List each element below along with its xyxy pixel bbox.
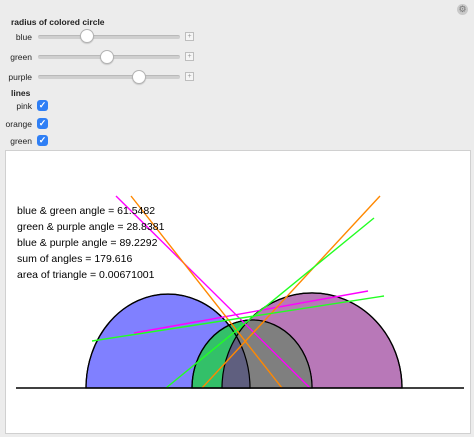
checkbox-label-pink: pink xyxy=(16,101,32,111)
green-slider-thumb[interactable] xyxy=(100,50,114,64)
green-slider-expand-button[interactable]: + xyxy=(185,52,194,61)
blue-purple-angle-readout: blue & purple angle = 89.2292 xyxy=(17,237,158,249)
plot-area: blue & green angle = 61.5482 green & pur… xyxy=(5,150,471,434)
slider-label-blue: blue xyxy=(15,32,32,42)
slider-label-green: green xyxy=(10,52,32,62)
checkbox-label-green: green xyxy=(10,136,32,146)
radius-section-title: radius of colored circle xyxy=(11,17,105,27)
blue-slider-expand-button[interactable]: + xyxy=(185,32,194,41)
checkbox-label-orange: orange xyxy=(5,119,32,129)
control-panel: ⚙ radius of colored circle blue + green … xyxy=(0,0,474,150)
sum-of-angles-readout: sum of angles = 179.616 xyxy=(17,253,133,265)
green-line-checkbox[interactable]: ✓ xyxy=(37,135,48,146)
purple-radius-slider[interactable] xyxy=(38,75,180,79)
slider-label-purple: purple xyxy=(8,72,32,82)
pink-line-checkbox[interactable]: ✓ xyxy=(37,100,48,111)
blue-slider-thumb[interactable] xyxy=(80,29,94,43)
purple-slider-expand-button[interactable]: + xyxy=(185,72,194,81)
gear-icon[interactable]: ⚙ xyxy=(457,4,468,15)
orange-line-checkbox[interactable]: ✓ xyxy=(37,118,48,129)
purple-slider-thumb[interactable] xyxy=(132,70,146,84)
lines-section-title: lines xyxy=(11,88,31,98)
triangle-area-readout: area of triangle = 0.00671001 xyxy=(17,269,155,281)
green-purple-angle-readout: green & purple angle = 28.8381 xyxy=(17,221,165,233)
blue-green-angle-readout: blue & green angle = 61.5482 xyxy=(17,205,156,217)
blue-radius-slider[interactable] xyxy=(38,35,180,39)
geometry-figure xyxy=(16,195,464,389)
